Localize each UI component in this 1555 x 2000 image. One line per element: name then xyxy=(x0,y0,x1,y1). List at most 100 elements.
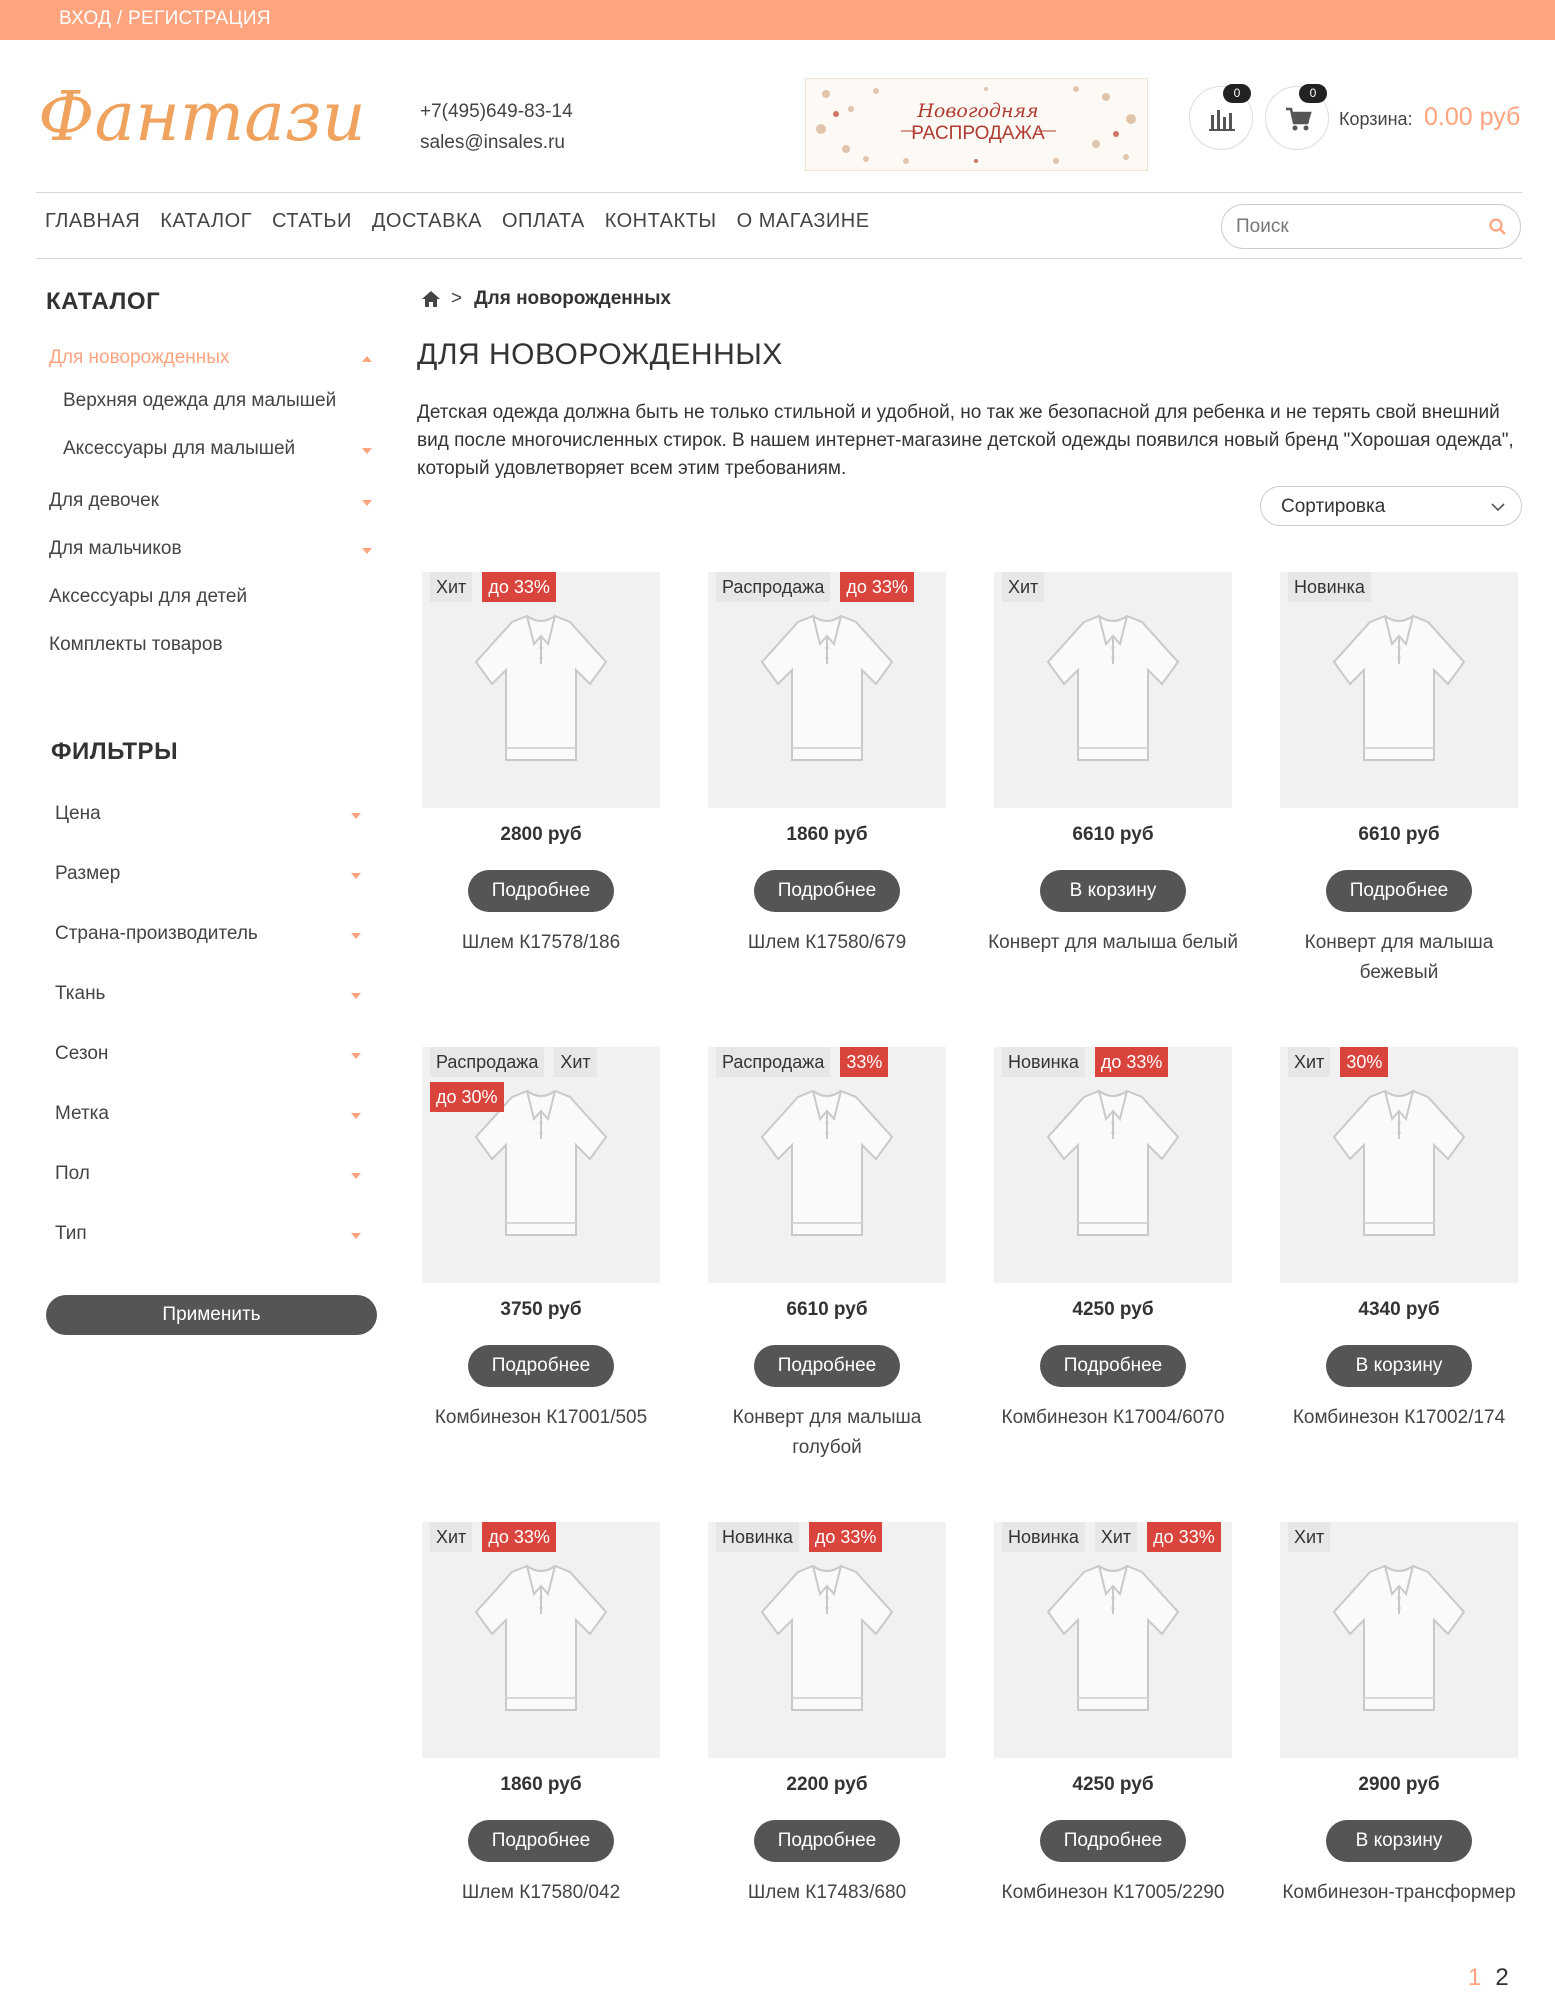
tshirt-placeholder-icon xyxy=(1046,1089,1180,1236)
filter-fabric[interactable]: Ткань xyxy=(55,983,105,1005)
sidebar-item-newborns[interactable]: Для новорожденных xyxy=(49,347,229,369)
product-tags: Новинка xyxy=(1288,572,1510,602)
compare-count-badge: 0 xyxy=(1223,84,1251,103)
product-image[interactable] xyxy=(708,572,946,808)
filter-size[interactable]: Размер xyxy=(55,863,120,885)
chevron-down-icon xyxy=(1491,503,1505,512)
product-image[interactable] xyxy=(422,1522,660,1758)
sidebar-item-kids-accessories[interactable]: Аксессуары для детей xyxy=(49,586,247,608)
contacts-block: +7(495)649-83-14 sales@insales.ru xyxy=(420,96,573,158)
product-image[interactable] xyxy=(1280,1522,1518,1758)
product-image[interactable] xyxy=(994,1522,1232,1758)
filter-label[interactable]: Метка xyxy=(55,1103,109,1125)
phone-number[interactable]: +7(495)649-83-14 xyxy=(420,96,573,127)
collapse-arrow-icon[interactable] xyxy=(362,356,372,362)
product-name[interactable]: Конверт для малыша голубой xyxy=(698,1403,956,1463)
page-link[interactable]: 2 xyxy=(1495,1964,1508,1991)
details-button[interactable]: Подробнее xyxy=(468,870,614,912)
expand-arrow-icon[interactable] xyxy=(351,933,361,939)
product-name[interactable]: Комбинезон К17002/174 xyxy=(1270,1403,1528,1433)
product-image[interactable] xyxy=(708,1047,946,1283)
header-divider xyxy=(36,192,1522,193)
details-button[interactable]: Подробнее xyxy=(1040,1345,1186,1387)
login-register-link[interactable]: ВХОД / РЕГИСТРАЦИЯ xyxy=(59,8,271,30)
expand-arrow-icon[interactable] xyxy=(362,500,372,506)
discount-badge: до 33% xyxy=(482,1522,556,1552)
nav-item-payment[interactable]: ОПЛАТА xyxy=(502,210,585,240)
nav-item-catalog[interactable]: КАТАЛОГ xyxy=(160,210,252,240)
sidebar-item-product-sets[interactable]: Комплекты товаров xyxy=(49,634,223,656)
product-tags: Распродажа до 33% xyxy=(716,572,938,602)
product-image[interactable] xyxy=(1280,1047,1518,1283)
sidebar-item-baby-accessories[interactable]: Аксессуары для малышей xyxy=(63,438,295,460)
nav-item-delivery[interactable]: ДОСТАВКА xyxy=(372,210,482,240)
product-label-badge: Новинка xyxy=(716,1522,799,1552)
expand-arrow-icon[interactable] xyxy=(351,993,361,999)
product-image[interactable] xyxy=(1280,572,1518,808)
product-name[interactable]: Шлем К17578/186 xyxy=(412,928,670,958)
sort-select[interactable]: Сортировка xyxy=(1260,486,1522,526)
filter-country[interactable]: Страна-производитель xyxy=(55,923,258,945)
sidebar-item-boys[interactable]: Для мальчиков xyxy=(49,538,182,560)
product-name[interactable]: Комбинезон К17004/6070 xyxy=(984,1403,1242,1433)
details-button[interactable]: Подробнее xyxy=(754,870,900,912)
filter-gender[interactable]: Пол xyxy=(55,1163,90,1185)
product-image[interactable] xyxy=(708,1522,946,1758)
filter-season[interactable]: Сезон xyxy=(55,1043,108,1065)
tshirt-placeholder-icon xyxy=(1046,614,1180,761)
sidebar-item-baby-outerwear[interactable]: Верхняя одежда для малышей xyxy=(63,390,336,412)
nav-item-home[interactable]: ГЛАВНАЯ xyxy=(45,210,140,240)
top-bar: ВХОД / РЕГИСТРАЦИЯ xyxy=(0,0,1555,40)
product-image[interactable] xyxy=(994,572,1232,808)
expand-arrow-icon[interactable] xyxy=(362,448,372,454)
expand-arrow-icon[interactable] xyxy=(351,813,361,819)
details-button[interactable]: Подробнее xyxy=(754,1820,900,1862)
nav-divider xyxy=(36,258,1522,259)
expand-arrow-icon[interactable] xyxy=(351,1053,361,1059)
product-name[interactable]: Конверт для малыша белый xyxy=(984,928,1242,958)
product-name[interactable]: Шлем К17580/679 xyxy=(698,928,956,958)
product-image[interactable] xyxy=(422,572,660,808)
expand-arrow-icon[interactable] xyxy=(362,548,372,554)
product-image[interactable] xyxy=(994,1047,1232,1283)
email-address[interactable]: sales@insales.ru xyxy=(420,127,573,158)
search-icon[interactable] xyxy=(1488,217,1508,237)
details-button[interactable]: Подробнее xyxy=(468,1820,614,1862)
product-name[interactable]: Комбинезон-трансформер xyxy=(1270,1878,1528,1908)
expand-arrow-icon[interactable] xyxy=(351,1173,361,1179)
home-icon[interactable] xyxy=(421,290,441,308)
tshirt-placeholder-icon xyxy=(1046,1564,1180,1711)
cart-button[interactable]: 0 xyxy=(1265,84,1329,150)
details-button[interactable]: Подробнее xyxy=(754,1345,900,1387)
compare-button[interactable]: 0 xyxy=(1189,84,1253,150)
expand-arrow-icon[interactable] xyxy=(351,1113,361,1119)
search-input[interactable] xyxy=(1236,213,1476,241)
details-button[interactable]: Подробнее xyxy=(468,1345,614,1387)
cart-total[interactable]: 0.00 руб xyxy=(1424,103,1520,132)
site-logo[interactable]: Фантазия xyxy=(34,70,411,170)
product-name[interactable]: Шлем К17580/042 xyxy=(412,1878,670,1908)
breadcrumb-separator: > xyxy=(451,288,463,309)
nav-item-about[interactable]: О МАГАЗИНЕ xyxy=(737,210,870,240)
product-name[interactable]: Конверт для малыша бежевый xyxy=(1270,928,1528,988)
sidebar-item-girls[interactable]: Для девочек xyxy=(49,490,159,512)
nav-item-articles[interactable]: СТАТЬИ xyxy=(272,210,352,240)
filter-type[interactable]: Тип xyxy=(55,1223,87,1245)
details-button[interactable]: Подробнее xyxy=(1040,1820,1186,1862)
apply-filters-button[interactable]: Применить xyxy=(46,1295,377,1335)
product-name[interactable]: Комбинезон К17005/2290 xyxy=(984,1878,1242,1908)
discount-badge: 33% xyxy=(840,1047,889,1077)
new-year-sale-banner[interactable]: Новогодняя РАСПРОДАЖА xyxy=(805,78,1148,171)
expand-arrow-icon[interactable] xyxy=(351,873,361,879)
product-tags: Хит до 33% xyxy=(430,572,652,602)
details-button[interactable]: Подробнее xyxy=(1326,870,1472,912)
filter-price[interactable]: Цена xyxy=(55,803,101,825)
product-name[interactable]: Шлем К17483/680 xyxy=(698,1878,956,1908)
product-label-badge: Хит xyxy=(1288,1522,1331,1552)
product-name[interactable]: Комбинезон К17001/505 xyxy=(412,1403,670,1433)
expand-arrow-icon[interactable] xyxy=(351,1233,361,1239)
add-to-cart-button[interactable]: В корзину xyxy=(1040,870,1186,912)
nav-item-contacts[interactable]: КОНТАКТЫ xyxy=(605,210,717,240)
add-to-cart-button[interactable]: В корзину xyxy=(1326,1345,1472,1387)
add-to-cart-button[interactable]: В корзину xyxy=(1326,1820,1472,1862)
